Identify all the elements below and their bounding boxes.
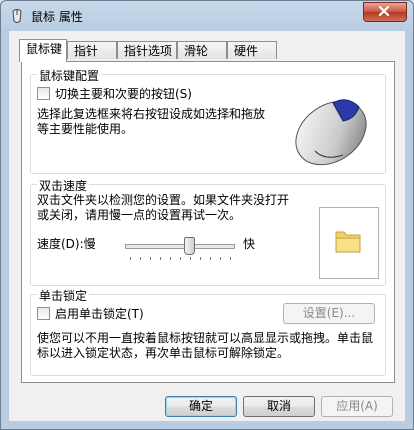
switch-buttons-option[interactable]: 切换主要和次要的按钮(S) — [37, 87, 192, 102]
slider-tick — [160, 257, 161, 260]
click-lock-label: 单击锁定 — [37, 287, 90, 304]
click-lock-option[interactable]: 启用单击锁定(T) — [37, 307, 144, 322]
mouse-icon — [9, 8, 25, 24]
switch-buttons-checkbox[interactable] — [37, 87, 50, 100]
dialog-body: 鼠标键 指针 指针选项 滑轮 硬件 鼠标键配置 切换主要和次要的按钮(S) 选择… — [9, 31, 405, 421]
tab-wheel[interactable]: 滑轮 — [177, 41, 227, 59]
speed-label: 速度(D):慢 — [37, 237, 96, 252]
cancel-button[interactable]: 取消 — [243, 396, 315, 417]
fast-label: 快 — [243, 237, 256, 251]
click-lock-group: 单击锁定 启用单击锁定(T) 设置(E)... 使您可以不用一直按着鼠标按钮就可… — [30, 287, 386, 376]
slider-tick — [130, 257, 131, 260]
mouse-illustration — [285, 85, 375, 169]
folder-icon[interactable] — [334, 228, 362, 254]
apply-button[interactable]: 应用(A) — [321, 396, 393, 417]
button-config-group: 鼠标键配置 切换主要和次要的按钮(S) 选择此复选框来将右按钮设成如选择和拖放等… — [30, 67, 386, 174]
slider-tick — [200, 257, 201, 260]
click-lock-checkbox[interactable] — [37, 307, 50, 320]
click-lock-description: 使您可以不用一直按着鼠标按钮就可以高显显示或拖拽。单击鼠标以进入锁定状态，再次单… — [37, 331, 374, 360]
slider-tick — [190, 257, 191, 260]
slider-track — [125, 244, 235, 249]
double-click-speed-slider[interactable] — [125, 237, 235, 263]
slider-tick — [210, 257, 211, 260]
slider-tick — [140, 257, 141, 260]
double-click-description: 双击文件夹以检测您的设置。如果文件夹没打开或关闭，请用慢一点的设置再试一次。 — [37, 193, 290, 222]
slider-tick — [150, 257, 151, 260]
double-click-group: 双击速度 双击文件夹以检测您的设置。如果文件夹没打开或关闭，请用慢一点的设置再试… — [30, 177, 386, 286]
close-button[interactable] — [363, 2, 407, 22]
tab-hardware[interactable]: 硬件 — [227, 41, 277, 59]
switch-buttons-description: 选择此复选框来将右按钮设成如选择和拖放等主要性能使用。 — [37, 107, 266, 136]
close-icon — [378, 6, 390, 16]
switch-buttons-label: 切换主要和次要的按钮(S) — [55, 87, 192, 101]
mouse-properties-window: 鼠标 属性 鼠标键 指针 指针选项 滑轮 硬件 鼠标键配置 切换主要和次要的按钮… — [0, 0, 414, 430]
slider-tick — [170, 257, 171, 260]
double-click-label: 双击速度 — [37, 177, 90, 194]
tab-panel: 鼠标键配置 切换主要和次要的按钮(S) 选择此复选框来将右按钮设成如选择和拖放等… — [21, 61, 395, 383]
tab-pointer-options[interactable]: 指针选项 — [117, 41, 177, 59]
speed-caption: 速度(D): — [37, 237, 84, 251]
slider-tick — [220, 257, 221, 260]
test-folder-area[interactable] — [319, 207, 379, 279]
button-config-label: 鼠标键配置 — [37, 67, 102, 84]
title-bar[interactable]: 鼠标 属性 — [1, 1, 413, 31]
click-lock-settings-button[interactable]: 设置(E)... — [283, 303, 375, 324]
slider-tick — [230, 257, 231, 260]
window-title: 鼠标 属性 — [31, 10, 83, 24]
slider-tick — [180, 257, 181, 260]
slow-label: 慢 — [83, 237, 96, 251]
click-lock-checkbox-label: 启用单击锁定(T) — [55, 307, 144, 321]
ok-button[interactable]: 确定 — [165, 396, 237, 417]
tab-buttons[interactable]: 鼠标键 — [19, 39, 67, 62]
slider-thumb[interactable] — [184, 237, 195, 255]
tab-pointers[interactable]: 指针 — [67, 41, 117, 59]
